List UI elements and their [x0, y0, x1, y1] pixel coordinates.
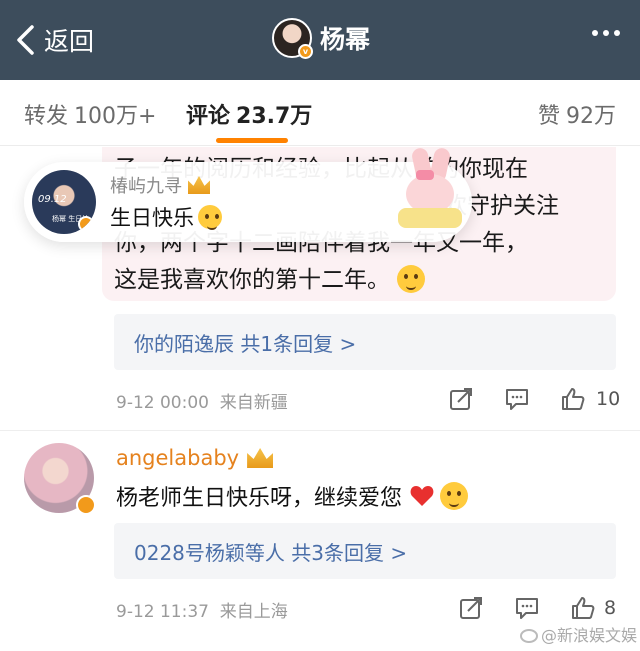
- comment-username-text: angelababy: [116, 446, 240, 470]
- back-label: 返回: [44, 27, 95, 56]
- chevron-left-icon: [17, 25, 34, 55]
- reply-summary[interactable]: 你的陌逸辰 共1条回复 >: [114, 314, 616, 370]
- reply-summary-text: 你的陌逸辰 共1条回复 >: [134, 332, 357, 356]
- reply-summary[interactable]: 0228号杨颖等人 共3条回复 >: [114, 523, 616, 579]
- comment-divider: [0, 430, 640, 431]
- weibo-logo-icon: [520, 629, 538, 643]
- comment-meta: 9-12 00:00 来自新疆: [116, 388, 288, 413]
- comment-time: 9-12 00:00: [116, 393, 209, 413]
- avatar[interactable]: v: [272, 18, 313, 59]
- avatar[interactable]: [24, 443, 96, 515]
- back-button[interactable]: 返回: [14, 20, 94, 60]
- tab-like[interactable]: 赞 92万: [538, 98, 616, 130]
- comment-meta: 9-12 11:37 来自上海: [116, 597, 288, 622]
- tab-like-count: 92万: [566, 104, 616, 129]
- page-title-text: 杨幂: [320, 25, 371, 54]
- like-count: 10: [596, 388, 621, 410]
- emoji-icon: [440, 482, 469, 510]
- comment-icon[interactable]: [504, 386, 530, 412]
- heart-icon: [410, 485, 434, 507]
- comment-text-value: 杨老师生日快乐呀，继续爱您: [116, 486, 403, 511]
- comment-text: 杨老师生日快乐呀，继续爱您: [116, 480, 469, 512]
- emoji-icon: [397, 265, 426, 293]
- comment-source: 来自上海: [219, 602, 288, 622]
- tab-repost-label: 转发: [24, 104, 69, 129]
- share-icon[interactable]: [458, 595, 484, 621]
- comment-icon[interactable]: [514, 595, 540, 621]
- tab-comment-count: 23.7万: [236, 104, 313, 129]
- page-title: v 杨幂: [272, 18, 371, 59]
- like-count: 8: [604, 597, 617, 619]
- more-dots-icon[interactable]: [592, 30, 620, 36]
- emoji-icon: [198, 205, 222, 230]
- comment-username[interactable]: angelababy: [116, 446, 274, 470]
- avatar-date-text: 09.12: [38, 194, 67, 205]
- comment-line-4: 这是我喜欢你的第十二年。: [114, 267, 390, 293]
- share-icon[interactable]: [448, 386, 474, 412]
- card-username-text: 椿屿九寻: [110, 176, 182, 197]
- tab-bar: 转发 100万+ 评论 23.7万 赞 92万: [0, 80, 640, 146]
- tab-repost-count: 100万+: [74, 104, 157, 129]
- active-tab-indicator: [216, 138, 288, 143]
- watermark-text: @新浪娱文娱: [541, 626, 638, 645]
- avatar[interactable]: 09.12 杨幂 生日快: [32, 170, 96, 234]
- verified-badge-icon: [78, 216, 94, 232]
- verified-badge-icon: [76, 495, 96, 515]
- like-icon[interactable]: [560, 386, 586, 412]
- tab-like-label: 赞: [537, 104, 560, 129]
- card-text-value: 生日快乐: [110, 206, 194, 230]
- crown-icon: [247, 448, 274, 468]
- card-text: 生日快乐: [110, 202, 222, 232]
- top-bar: 返回 v 杨幂: [0, 0, 640, 80]
- comment-source: 来自新疆: [219, 393, 288, 413]
- tab-repost[interactable]: 转发 100万+: [24, 98, 156, 130]
- verified-badge-icon: v: [298, 44, 313, 59]
- tab-comment-label: 评论: [186, 104, 231, 129]
- card-username[interactable]: 椿屿九寻: [110, 172, 210, 198]
- floating-comment-card[interactable]: 09.12 杨幂 生日快 椿屿九寻 生日快乐: [24, 146, 472, 242]
- reply-summary-text: 0228号杨颖等人 共3条回复 >: [134, 541, 408, 565]
- bunny-sticker-icon: [394, 146, 466, 232]
- tab-comment[interactable]: 评论 23.7万: [186, 98, 312, 130]
- like-icon[interactable]: [570, 595, 596, 621]
- watermark: @新浪娱文娱: [520, 622, 637, 646]
- comment-time: 9-12 11:37: [116, 602, 209, 622]
- crown-icon: [188, 176, 210, 194]
